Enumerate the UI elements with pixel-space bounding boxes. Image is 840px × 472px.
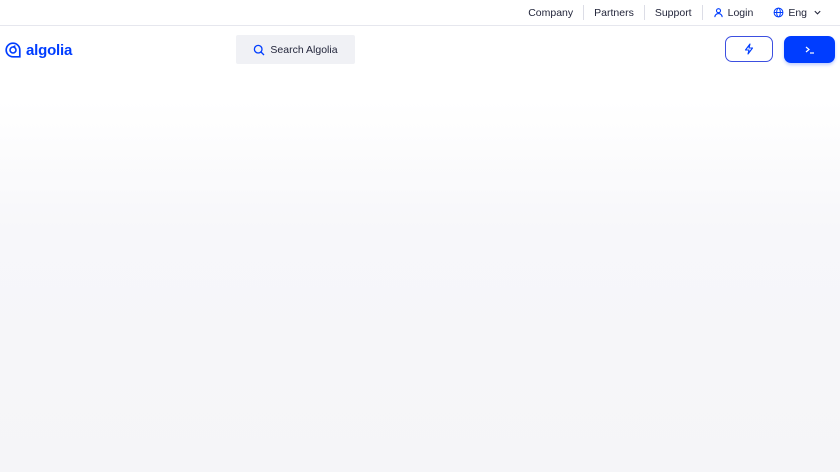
logo-text: algolia — [26, 41, 73, 59]
lightning-icon — [744, 43, 754, 55]
search-icon — [253, 44, 265, 56]
topnav-language-select[interactable]: Eng — [763, 5, 832, 20]
terminal-icon — [805, 46, 814, 54]
chevron-down-icon — [813, 8, 822, 17]
globe-icon — [773, 7, 784, 18]
main-header: algolia Search Algolia — [0, 26, 840, 74]
algolia-logo-icon — [5, 42, 21, 58]
topnav-login-link[interactable]: Login — [703, 5, 764, 20]
topnav-company-link[interactable]: Company — [518, 5, 585, 20]
search-label: Search Algolia — [270, 43, 338, 56]
search-button[interactable]: Search Algolia — [236, 35, 355, 64]
top-nav: Company Partners Support Login Eng — [518, 0, 832, 25]
topnav-support-label: Support — [654, 6, 692, 19]
topnav-support-link[interactable]: Support — [645, 5, 703, 20]
top-utility-bar: Company Partners Support Login Eng — [0, 0, 840, 26]
user-icon — [713, 7, 724, 18]
developer-console-button[interactable] — [784, 36, 835, 63]
topnav-company-label: Company — [528, 6, 574, 19]
quick-action-button[interactable] — [725, 36, 773, 62]
algolia-logo-link[interactable]: algolia — [5, 40, 72, 60]
topnav-login-label: Login — [727, 6, 754, 19]
topnav-language-label: Eng — [788, 6, 807, 19]
topnav-partners-link[interactable]: Partners — [584, 5, 645, 20]
topnav-partners-label: Partners — [594, 6, 634, 19]
